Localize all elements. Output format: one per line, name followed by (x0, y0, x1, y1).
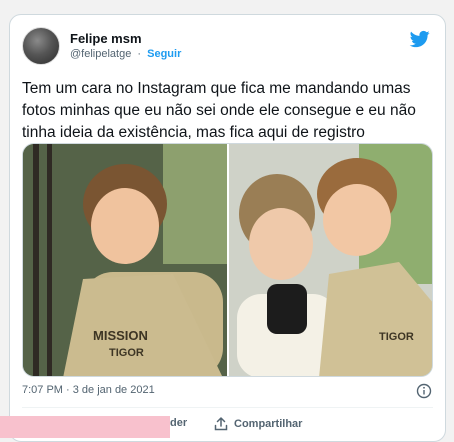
tweet-timestamp[interactable]: 7:07 PM · 3 de jan de 2021 (22, 384, 155, 396)
tweet-header: Felipe msm @felipelatge · Seguir (22, 27, 433, 67)
follow-button[interactable]: Seguir (147, 48, 181, 60)
author-handle[interactable]: @felipelatge (70, 48, 131, 60)
reply-label: der (170, 417, 188, 429)
author-name[interactable]: Felipe msm (70, 31, 142, 46)
photo-boy-with-woman[interactable]: TIGOR (229, 144, 432, 376)
reply-action[interactable]: der (170, 417, 187, 429)
share-icon (214, 417, 228, 431)
redaction-overlay (0, 416, 170, 438)
divider (22, 407, 433, 408)
twitter-bird-icon[interactable] (409, 29, 431, 49)
tweet-text: Tem um cara no Instagram que fica me man… (22, 80, 416, 141)
shirt-text-mission: MISSION (93, 328, 148, 343)
share-action[interactable]: Compartilhar (214, 417, 302, 431)
shirt-text-tigor-right: TIGOR (379, 331, 414, 343)
photo-boy-illustration: MISSION TIGOR (23, 144, 227, 376)
author-meta: @felipelatge · Seguir (70, 48, 181, 60)
separator-dot: · (137, 48, 142, 60)
photo-right-illustration: TIGOR (229, 144, 432, 376)
share-label: Compartilhar (234, 418, 303, 430)
avatar[interactable] (22, 27, 60, 65)
info-icon[interactable] (416, 383, 432, 399)
tweet-media[interactable]: MISSION TIGOR TIGOR (22, 143, 433, 377)
photo-boy[interactable]: MISSION TIGOR (23, 144, 227, 376)
tweet-card[interactable]: Felipe msm @felipelatge · Seguir Tem um … (9, 14, 446, 442)
shirt-text-tigor: TIGOR (109, 347, 144, 359)
